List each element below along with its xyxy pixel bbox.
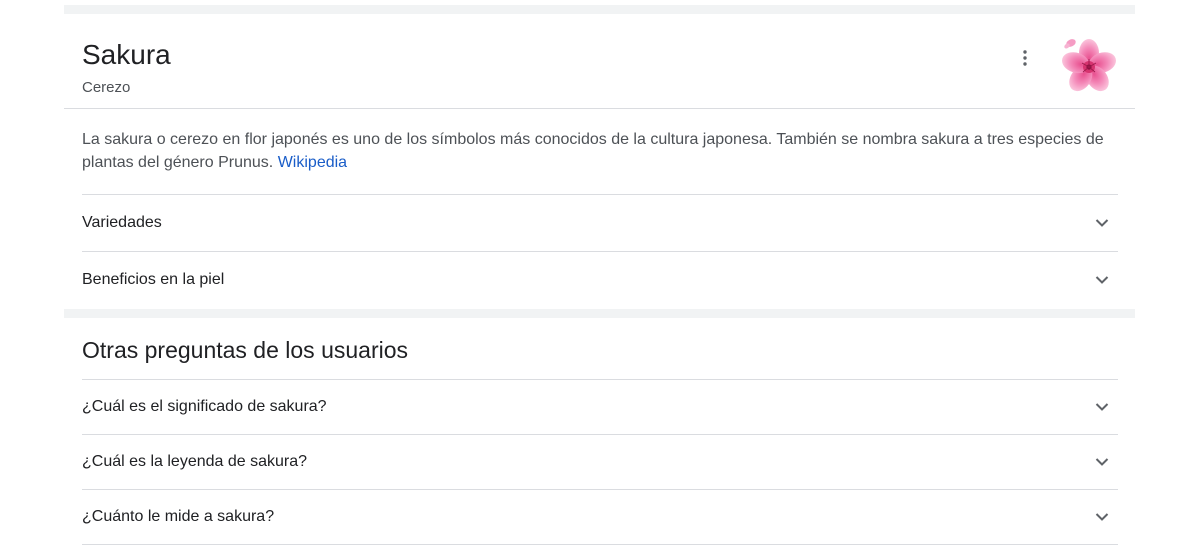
question-significado[interactable]: ¿Cuál es el significado de sakura? xyxy=(82,380,1118,434)
divider xyxy=(82,544,1118,545)
question-label: ¿Cuál es la leyenda de sakura? xyxy=(82,453,308,470)
more-options-button[interactable] xyxy=(1012,45,1038,71)
panel-subtitle: Cerezo xyxy=(82,79,131,96)
question-label: ¿Cuánto le mide a sakura? xyxy=(82,508,275,525)
chevron-down-icon xyxy=(1095,513,1109,521)
expander-label: Variedades xyxy=(82,214,162,231)
question-label: ¿Cuál es el significado de sakura? xyxy=(82,398,327,415)
cherry-blossom-image[interactable] xyxy=(1058,34,1120,96)
people-also-ask-title: Otras preguntas de los usuarios xyxy=(82,337,409,363)
section-separator xyxy=(64,309,1135,318)
chevron-down-icon xyxy=(1095,276,1109,284)
expander-label: Beneficios en la piel xyxy=(82,271,225,288)
wikipedia-link[interactable]: Wikipedia xyxy=(278,154,347,171)
question-mide[interactable]: ¿Cuánto le mide a sakura? xyxy=(82,490,1118,544)
panel-header-divider xyxy=(64,108,1135,109)
panel-title: Sakura xyxy=(82,39,171,70)
chevron-down-icon xyxy=(1095,458,1109,466)
panel-description: La sakura o cerezo en flor japonés es un… xyxy=(82,128,1122,174)
more-vert-icon xyxy=(1023,50,1027,66)
section-separator-top xyxy=(64,5,1135,14)
expander-beneficios[interactable]: Beneficios en la piel xyxy=(82,252,1118,308)
description-text: La sakura o cerezo en flor japonés es un… xyxy=(82,131,1104,171)
question-leyenda[interactable]: ¿Cuál es la leyenda de sakura? xyxy=(82,435,1118,489)
expander-variedades[interactable]: Variedades xyxy=(82,195,1118,251)
chevron-down-icon xyxy=(1095,403,1109,411)
chevron-down-icon xyxy=(1095,219,1109,227)
search-results-page: Sakura Cerezo La sakura o cerezo en flor… xyxy=(0,0,1200,555)
